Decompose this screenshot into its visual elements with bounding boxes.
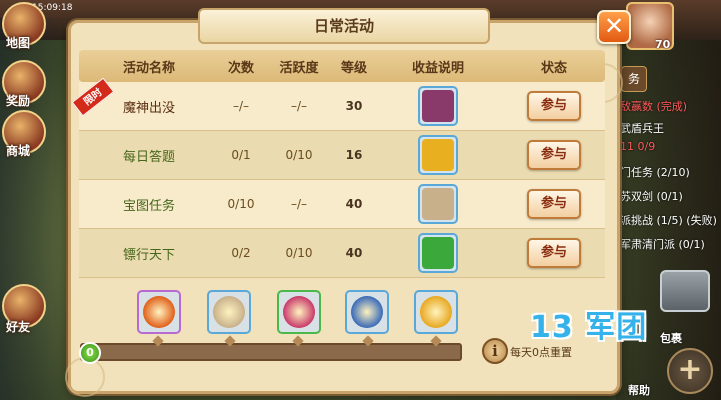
box-graphic (283, 296, 315, 328)
exp-icon[interactable] (418, 233, 458, 273)
coin-icon[interactable] (414, 290, 458, 334)
quest-tab[interactable]: 务 (621, 66, 647, 92)
activity-table: 活动名称 次数 活跃度 等级 收益说明 状态 限时 魔神出没 –/– –/– 30 参与每… (71, 50, 605, 278)
medal-icon[interactable] (345, 290, 389, 334)
help-label[interactable]: 帮助 (628, 382, 650, 398)
activity-count: 0/10 (227, 197, 255, 211)
activity-level: 16 (345, 148, 363, 162)
activity-name: 镖行天下 (122, 247, 175, 263)
join-button[interactable]: 参与 (527, 91, 581, 121)
quest-line[interactable]: 派挑战 (1/5) (失败) (620, 212, 717, 228)
activity-count: –/– (232, 99, 250, 113)
box-graphic (213, 296, 245, 328)
activity-name: 每日答题 (122, 149, 175, 165)
activity-level: 40 (345, 197, 363, 211)
activity-progress-bar (80, 343, 462, 361)
table-header: 活动名称 次数 活跃度 等级 收益说明 状态 (79, 50, 605, 82)
table-row: 每日答题 0/1 0/10 16 参与 (79, 131, 605, 180)
reset-note: 每天0点重置 (510, 346, 572, 359)
dialog-title: 日常活动 (198, 8, 490, 44)
menu-label-reward: 奖励 (6, 94, 31, 108)
box-graphic (420, 296, 452, 328)
close-button[interactable]: ✕ (597, 10, 631, 44)
table-row: 镖行天下 0/2 0/10 40 参与 (79, 229, 605, 278)
close-icon: ✕ (603, 12, 625, 40)
column-header-count: 次数 (227, 60, 254, 76)
column-header-activity: 活跃度 (279, 60, 319, 76)
watermark-logo: 13 军团 (530, 310, 648, 345)
fire-orb-icon[interactable] (137, 290, 181, 334)
box-graphic (143, 296, 175, 328)
table-row: 宝图任务 0/10 –/– 40 参与 (79, 180, 605, 229)
menu-label-shop: 商城 (6, 144, 31, 158)
progress-value: 0 (79, 342, 101, 364)
activity-level: 40 (345, 246, 363, 260)
join-button[interactable]: 参与 (527, 140, 581, 170)
column-header-name: 活动名称 (122, 60, 175, 76)
quest-line[interactable]: 11 0/9 (620, 140, 655, 153)
expand-plus-button[interactable]: + (667, 348, 713, 394)
scroll-icon[interactable] (207, 290, 251, 334)
quest-line[interactable]: 敌赢数 (完成) (620, 98, 687, 114)
activity-points: –/– (290, 99, 308, 113)
menu-label-friends: 好友 (6, 320, 31, 334)
table-row: 限时 魔神出没 –/– –/– 30 参与 (71, 77, 605, 131)
bag-label: 包裹 (660, 332, 682, 345)
activity-count: 0/2 (231, 246, 251, 260)
column-header-reward: 收益说明 (411, 60, 464, 76)
activity-count: 0/1 (231, 148, 251, 162)
join-button[interactable]: 参与 (527, 189, 581, 219)
quest-line[interactable]: 军肃清门派 (0/1) (620, 236, 705, 252)
column-header-status: 状态 (540, 60, 567, 76)
bag-icon[interactable] (660, 270, 710, 312)
book-icon[interactable] (418, 86, 458, 126)
player-level: 70 (655, 38, 671, 51)
activity-level: 30 (345, 99, 363, 113)
gold-coin-icon[interactable] (418, 135, 458, 175)
quest-line[interactable]: 门任务 (2/10) (620, 164, 690, 180)
menu-label-map: 地图 (6, 36, 31, 50)
quest-line[interactable]: 武盾兵王 (620, 120, 664, 136)
join-button[interactable]: 参与 (527, 238, 581, 268)
activity-points: –/– (290, 197, 308, 211)
treasure-pile-icon[interactable] (277, 290, 321, 334)
activity-name: 宝图任务 (122, 198, 175, 214)
activity-points: 0/10 (285, 148, 313, 162)
box-graphic (351, 296, 383, 328)
quest-line[interactable]: 苏双剑 (0/1) (620, 188, 683, 204)
column-header-level: 等级 (340, 60, 367, 76)
scroll-map-icon[interactable] (418, 184, 458, 224)
info-icon[interactable]: i (482, 338, 508, 364)
activity-points: 0/10 (285, 246, 313, 260)
